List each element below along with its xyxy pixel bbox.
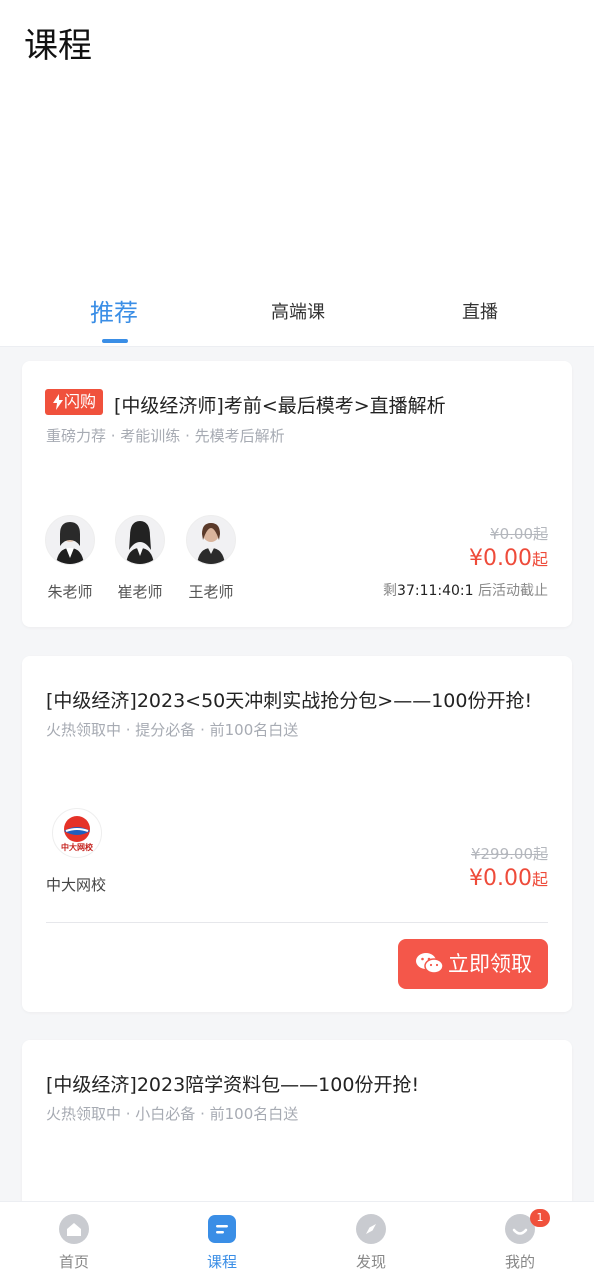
- current-price: ¥0.00起: [469, 866, 548, 891]
- nav-profile[interactable]: 1 我的: [446, 1202, 594, 1281]
- card-title: [中级经济师]考前<最后模考>直播解析: [114, 395, 446, 417]
- card-subtitle: 重磅力荐 · 考能训练 · 先模考后解析: [46, 427, 285, 445]
- wechat-icon: [416, 953, 444, 974]
- tab-recommend[interactable]: 推荐: [44, 290, 184, 346]
- nav-home[interactable]: 首页: [0, 1202, 148, 1281]
- header: 课程: [0, 0, 594, 290]
- home-icon: [59, 1214, 89, 1244]
- countdown-time: 37:11:40:1: [397, 583, 474, 599]
- course-card[interactable]: 闪购 [中级经济师]考前<最后模考>直播解析 重磅力荐 · 考能训练 · 先模考…: [22, 361, 572, 627]
- claim-button[interactable]: 立即领取: [398, 939, 548, 989]
- notification-badge: 1: [530, 1209, 550, 1227]
- nav-label: 发现: [355, 1253, 386, 1271]
- lightning-icon: [52, 394, 63, 410]
- original-price: ¥299.00起: [470, 845, 548, 863]
- teacher-avatar: [115, 515, 165, 565]
- countdown: 剩37:11:40:1 后活动截止: [383, 583, 548, 599]
- current-price: ¥0.00起: [469, 546, 548, 571]
- nav-course[interactable]: 课程: [148, 1202, 296, 1281]
- flash-sale-badge: 闪购: [45, 389, 103, 415]
- teacher-name: 王老师: [188, 583, 234, 601]
- nav-label: 课程: [206, 1253, 237, 1271]
- nav-discover[interactable]: 发现: [297, 1202, 445, 1281]
- teacher-avatar: [186, 515, 236, 565]
- card-title: [中级经济]2023<50天冲刺实战抢分包>——100份开抢!: [46, 690, 533, 712]
- tab-bar: 推荐 高端课 直播: [0, 290, 594, 347]
- tab-premium[interactable]: 高端课: [228, 290, 368, 346]
- teacher-avatar: [45, 515, 95, 565]
- tab-active-indicator: [102, 339, 128, 343]
- school-name: 中大网校: [46, 876, 107, 894]
- divider: [46, 922, 548, 923]
- card-subtitle: 火热领取中 · 提分必备 · 前100名白送: [46, 721, 299, 739]
- teacher[interactable]: 崔老师: [110, 515, 170, 602]
- nav-label: 我的: [504, 1253, 535, 1271]
- course-card[interactable]: [中级经济]2023<50天冲刺实战抢分包>——100份开抢! 火热领取中 · …: [22, 656, 572, 1012]
- bottom-nav: 首页 课程 发现 1 我的: [0, 1201, 594, 1281]
- card-subtitle: 火热领取中 · 小白必备 · 前100名白送: [46, 1105, 299, 1123]
- nav-label: 首页: [58, 1253, 89, 1271]
- compass-icon: [356, 1214, 386, 1244]
- card-title: [中级经济]2023陪学资料包——100份开抢!: [46, 1074, 420, 1096]
- teacher[interactable]: 王老师: [181, 515, 241, 602]
- page-title: 课程: [24, 26, 92, 66]
- teacher-name: 朱老师: [47, 583, 93, 601]
- school-logo: 中大网校: [52, 808, 102, 858]
- teacher[interactable]: 朱老师: [40, 515, 100, 602]
- original-price: ¥0.00起: [490, 525, 548, 543]
- teacher-name: 崔老师: [117, 583, 163, 601]
- tab-live[interactable]: 直播: [410, 290, 550, 346]
- course-icon: [208, 1215, 236, 1243]
